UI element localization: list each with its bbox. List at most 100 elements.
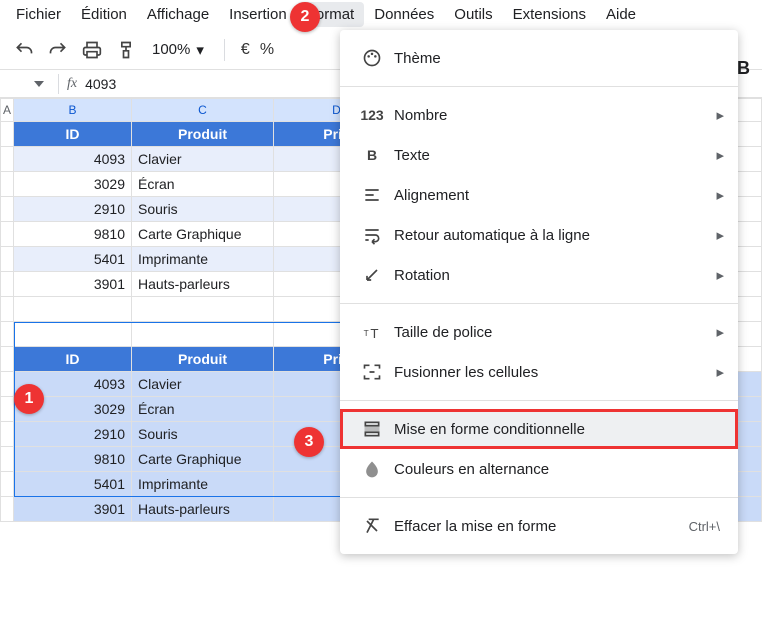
cell[interactable]: 3901: [14, 272, 132, 297]
cell[interactable]: ID: [14, 347, 132, 372]
cell[interactable]: [0, 297, 14, 322]
menu-item-wrap[interactable]: Retour automatique à la ligne▸: [340, 215, 738, 255]
rotation-icon: [358, 265, 386, 285]
cell[interactable]: Écran: [132, 397, 274, 422]
cell[interactable]: 5401: [14, 247, 132, 272]
format-menu: Thème123Nombre▸BTexte▸Alignement▸Retour …: [340, 30, 738, 554]
cell[interactable]: [0, 347, 14, 372]
menubar-item-données[interactable]: Données: [364, 2, 444, 27]
svg-text:T: T: [364, 328, 369, 338]
cell[interactable]: Clavier: [132, 372, 274, 397]
cell[interactable]: [0, 372, 14, 397]
cell[interactable]: [0, 322, 14, 347]
cell[interactable]: [0, 197, 14, 222]
bold-button[interactable]: B: [737, 58, 750, 79]
cell[interactable]: Produit: [132, 347, 274, 372]
cell[interactable]: ID: [14, 122, 132, 147]
name-box[interactable]: [0, 79, 50, 89]
col-header-B[interactable]: B: [14, 98, 132, 122]
cell[interactable]: Écran: [132, 172, 274, 197]
cell[interactable]: [0, 247, 14, 272]
menubar-item-édition[interactable]: Édition: [71, 2, 137, 27]
cell[interactable]: [14, 322, 132, 347]
cell[interactable]: Souris: [132, 197, 274, 222]
cell[interactable]: [132, 297, 274, 322]
undo-button[interactable]: [12, 38, 36, 62]
formula-input[interactable]: 4093: [85, 76, 116, 92]
cell[interactable]: 2910: [14, 422, 132, 447]
menu-item-label: Couleurs en alternance: [386, 461, 720, 478]
col-header-C[interactable]: C: [132, 98, 274, 122]
currency-button[interactable]: €: [241, 41, 250, 59]
cell[interactable]: Souris: [132, 422, 274, 447]
menu-item-number[interactable]: 123Nombre▸: [340, 95, 738, 135]
cell[interactable]: [0, 147, 14, 172]
redo-button[interactable]: [46, 38, 70, 62]
cell[interactable]: Hauts-parleurs: [132, 272, 274, 297]
menu-item-label: Nombre: [386, 107, 720, 124]
menu-item-label: Texte: [386, 147, 720, 164]
percent-button[interactable]: %: [260, 41, 274, 59]
menu-item-label: Rotation: [386, 267, 720, 284]
menu-item-bold[interactable]: BTexte▸: [340, 135, 738, 175]
col-header-A[interactable]: A: [0, 98, 14, 122]
cell[interactable]: Imprimante: [132, 472, 274, 497]
align-icon: [358, 185, 386, 205]
menubar-item-outils[interactable]: Outils: [444, 2, 502, 27]
cell[interactable]: [14, 297, 132, 322]
cell[interactable]: 9810: [14, 447, 132, 472]
menu-item-clear[interactable]: Effacer la mise en formeCtrl+\: [340, 506, 738, 546]
number-icon: 123: [358, 107, 386, 123]
submenu-arrow-icon: ▸: [716, 146, 724, 164]
menu-item-align[interactable]: Alignement▸: [340, 175, 738, 215]
menu-item-fontsize[interactable]: TTTaille de police▸: [340, 312, 738, 352]
menubar-item-affichage[interactable]: Affichage: [137, 2, 219, 27]
cell[interactable]: 4093: [14, 147, 132, 172]
cell[interactable]: [0, 172, 14, 197]
cell[interactable]: Carte Graphique: [132, 222, 274, 247]
cell[interactable]: Hauts-parleurs: [132, 497, 274, 522]
menubar-item-insertion[interactable]: Insertion: [219, 2, 297, 27]
clear-icon: [358, 516, 386, 536]
cell[interactable]: [0, 472, 14, 497]
menu-item-rotation[interactable]: Rotation▸: [340, 255, 738, 295]
menu-item-label: Fusionner les cellules: [386, 364, 720, 381]
menubar-item-fichier[interactable]: Fichier: [6, 2, 71, 27]
menu-item-merge[interactable]: Fusionner les cellules▸: [340, 352, 738, 392]
menu-item-cond[interactable]: Mise en forme conditionnelle: [340, 409, 738, 449]
cell[interactable]: Carte Graphique: [132, 447, 274, 472]
menu-shortcut: Ctrl+\: [689, 519, 720, 534]
print-button[interactable]: [80, 38, 104, 62]
cell[interactable]: [0, 422, 14, 447]
cell[interactable]: Produit: [132, 122, 274, 147]
zoom-dropdown[interactable]: 100%▾: [148, 41, 208, 59]
cell[interactable]: [132, 322, 274, 347]
merge-icon: [358, 362, 386, 382]
cell[interactable]: [0, 272, 14, 297]
menu-item-altcolor[interactable]: Couleurs en alternance: [340, 449, 738, 489]
cell[interactable]: [0, 222, 14, 247]
menu-item-theme[interactable]: Thème: [340, 38, 738, 78]
separator: [224, 39, 225, 61]
cell[interactable]: Clavier: [132, 147, 274, 172]
cell[interactable]: [0, 397, 14, 422]
submenu-arrow-icon: ▸: [716, 186, 724, 204]
cell[interactable]: 2910: [14, 197, 132, 222]
menu-item-label: Alignement: [386, 187, 720, 204]
cell[interactable]: 3029: [14, 172, 132, 197]
submenu-arrow-icon: ▸: [716, 266, 724, 284]
cell[interactable]: 3901: [14, 497, 132, 522]
menubar-item-aide[interactable]: Aide: [596, 2, 646, 27]
annotation-badge-3: 3: [294, 427, 324, 457]
cell[interactable]: 9810: [14, 222, 132, 247]
cell[interactable]: 5401: [14, 472, 132, 497]
paint-format-button[interactable]: [114, 38, 138, 62]
cell[interactable]: Imprimante: [132, 247, 274, 272]
cell[interactable]: [0, 122, 14, 147]
theme-icon: [358, 48, 386, 68]
cell[interactable]: [0, 497, 14, 522]
menubar-item-extensions[interactable]: Extensions: [503, 2, 596, 27]
menu-item-label: Taille de police: [386, 324, 720, 341]
cell[interactable]: [0, 447, 14, 472]
menu-item-label: Mise en forme conditionnelle: [386, 421, 720, 438]
